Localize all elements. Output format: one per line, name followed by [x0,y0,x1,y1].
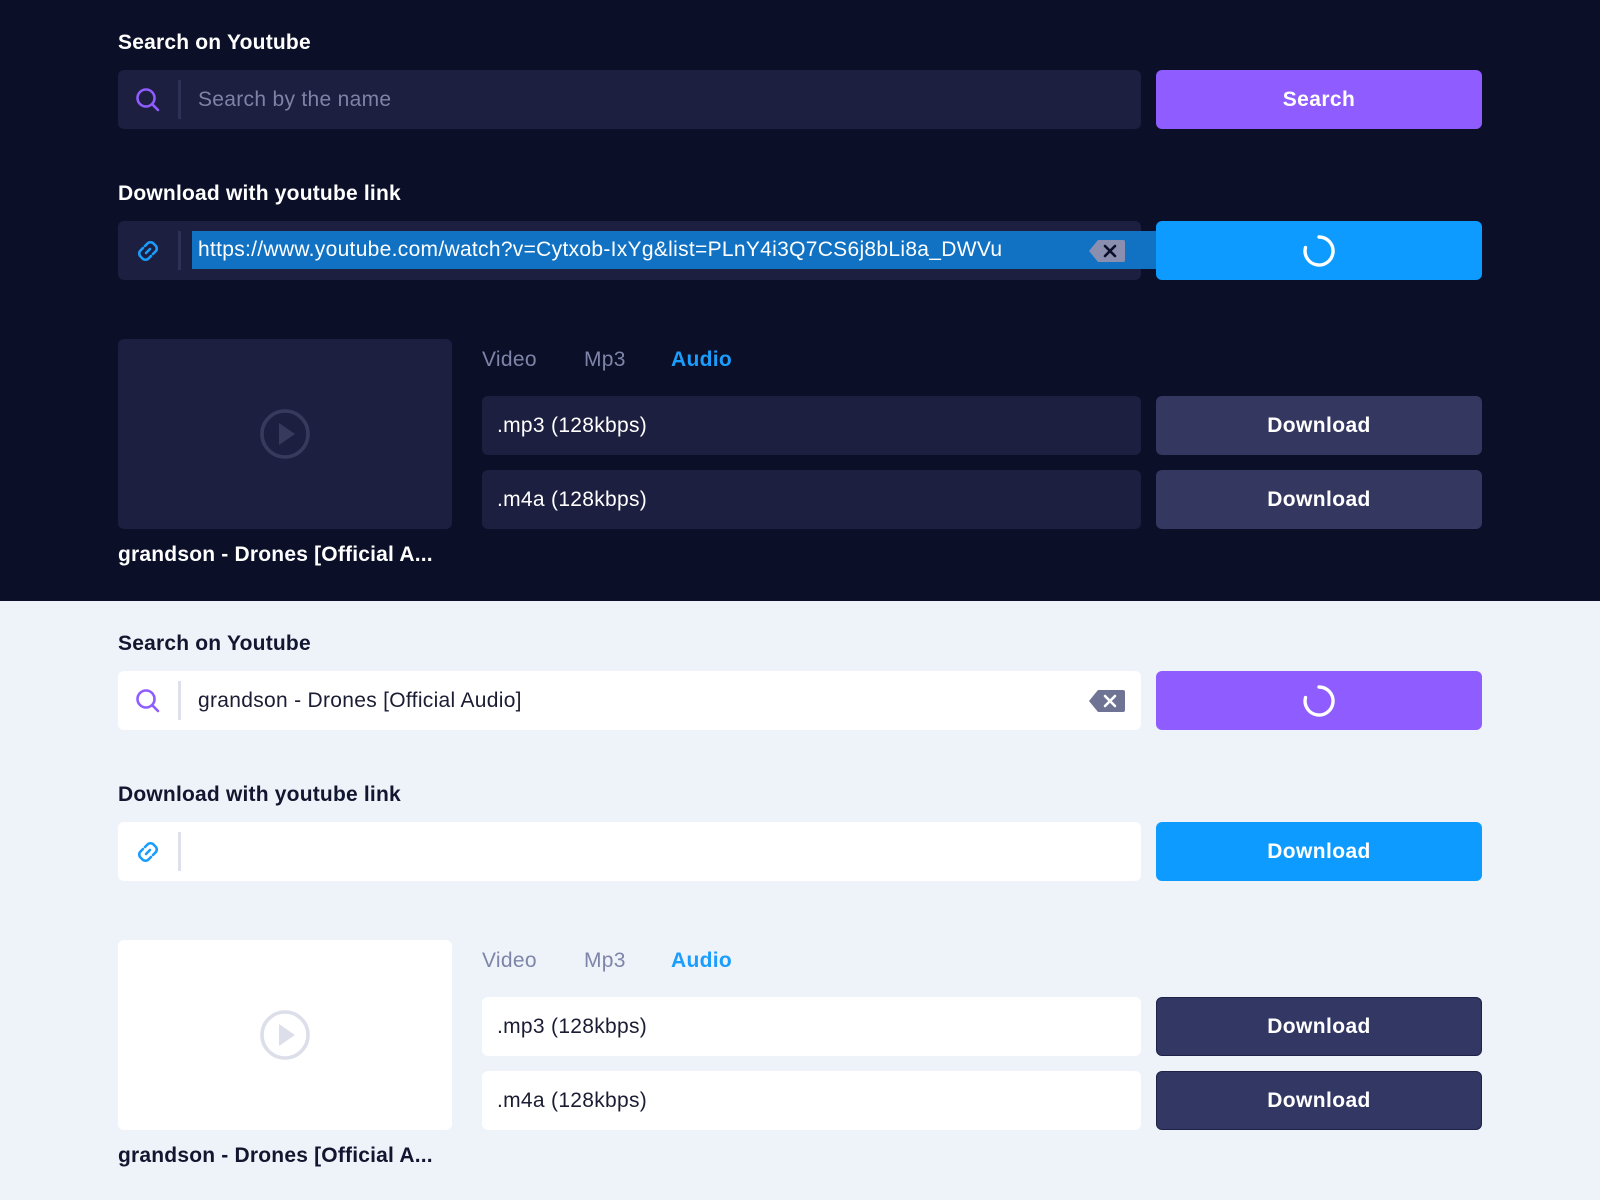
search-value: grandson - Drones [Official Audio] [198,689,522,712]
search-section-label: Search on Youtube [118,31,311,54]
search-button[interactable]: Search [1156,70,1482,129]
field-divider [178,80,181,119]
loading-spinner-icon [1303,684,1335,717]
download-button[interactable]: Download [1156,396,1482,455]
field-divider [178,681,181,720]
video-title: grandson - Drones [Official A... [118,1144,433,1167]
light-theme-panel: Search on Youtube grandson - Drones [Off… [0,601,1600,1200]
download-button[interactable]: Download [1156,470,1482,529]
link-icon [118,221,178,280]
link-value: https://www.youtube.com/watch?v=Cytxob-I… [198,238,1003,261]
search-section-label: Search on Youtube [118,632,311,655]
search-input[interactable]: Search by the name [118,70,1141,129]
download-button[interactable]: Download [1156,997,1482,1056]
dark-theme-panel: Search on Youtube Search by the name Sea… [0,0,1600,601]
search-placeholder: Search by the name [198,88,392,111]
link-section-label: Download with youtube link [118,783,401,806]
backspace-clear-icon [1089,240,1125,262]
format-row: .mp3 (128kbps) [482,997,1141,1056]
field-divider [178,231,181,270]
loading-spinner-icon [1303,234,1335,267]
field-divider [178,832,181,871]
backspace-clear-icon [1089,690,1125,712]
search-icon [118,70,178,129]
format-row: .mp3 (128kbps) [482,396,1141,455]
clear-link-button[interactable] [1089,240,1125,262]
search-button-loading[interactable] [1156,671,1482,730]
tab-mp3[interactable]: Mp3 [584,348,626,372]
search-input[interactable]: grandson - Drones [Official Audio] [118,671,1141,730]
video-thumbnail[interactable] [118,339,452,529]
tab-audio[interactable]: Audio [671,949,732,973]
video-title: grandson - Drones [Official A... [118,543,433,566]
link-selection-highlight: https://www.youtube.com/watch?v=Cytxob-I… [192,231,1203,269]
link-download-button-loading[interactable] [1156,221,1482,280]
link-download-button[interactable]: Download [1156,822,1482,881]
tab-mp3[interactable]: Mp3 [584,949,626,973]
download-button[interactable]: Download [1156,1071,1482,1130]
tab-audio[interactable]: Audio [671,348,732,372]
link-icon [118,822,178,881]
search-icon [118,671,178,730]
tab-video[interactable]: Video [482,949,537,973]
link-section-label: Download with youtube link [118,182,401,205]
video-thumbnail[interactable] [118,940,452,1130]
play-circle-icon [260,409,310,459]
format-row: .m4a (128kbps) [482,470,1141,529]
play-circle-icon [260,1010,310,1060]
link-input[interactable] [118,822,1141,881]
format-row: .m4a (128kbps) [482,1071,1141,1130]
clear-search-button[interactable] [1089,690,1125,712]
link-input[interactable]: https://www.youtube.com/watch?v=Cytxob-I… [118,221,1203,280]
tab-video[interactable]: Video [482,348,537,372]
